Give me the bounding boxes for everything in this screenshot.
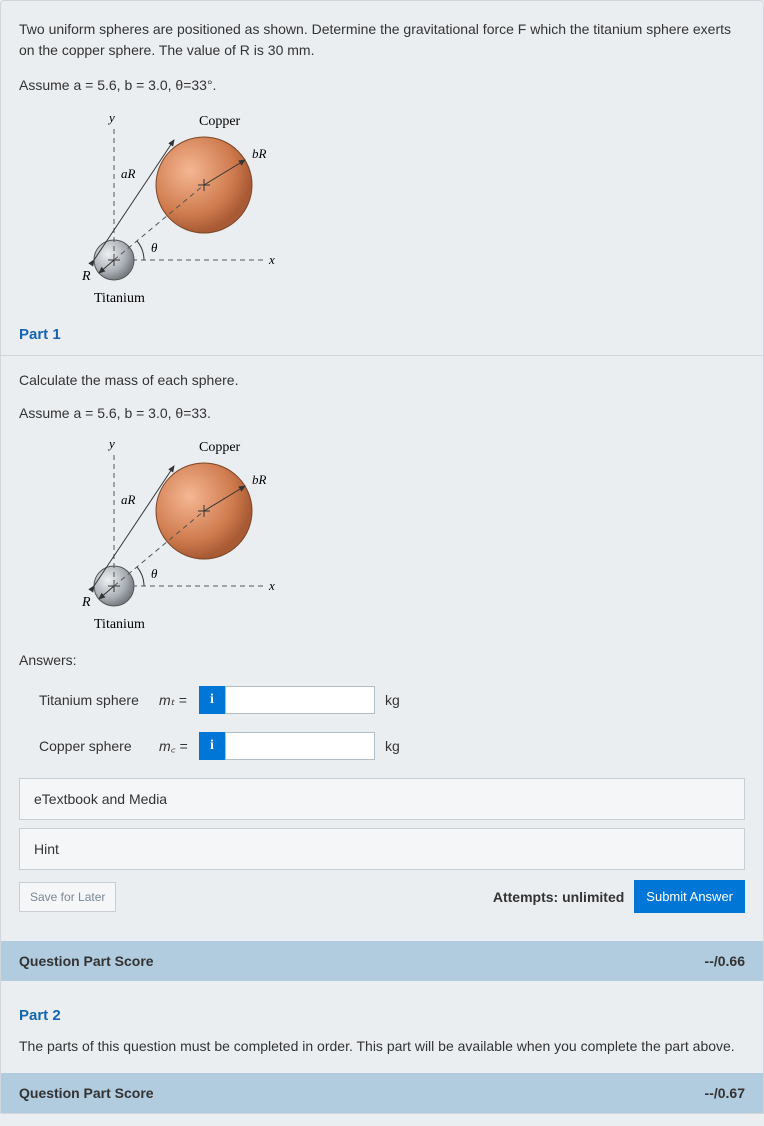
question-assume: Assume a = 5.6, b = 3.0, θ=33°. (19, 75, 745, 96)
part1-instruction: Calculate the mass of each sphere. (19, 370, 745, 391)
svg-text:bR: bR (252, 146, 267, 161)
part1-title: Part 1 (19, 326, 745, 349)
svg-text:aR: aR (121, 166, 136, 181)
info-icon[interactable]: i (199, 732, 225, 760)
part1-box: Calculate the mass of each sphere. Assum… (1, 355, 763, 941)
action-row: Save for Later Attempts: unlimited Submi… (19, 880, 745, 913)
hint-button[interactable]: Hint (19, 828, 745, 870)
copper-input[interactable] (225, 732, 375, 760)
svg-text:aR: aR (121, 492, 136, 507)
titanium-input[interactable] (225, 686, 375, 714)
attempts-text: Attempts: unlimited (493, 889, 624, 905)
svg-text:θ: θ (151, 240, 158, 255)
answer-row-titanium: Titanium sphere mₜ = i kg (39, 686, 745, 714)
part2-text: The parts of this question must be compl… (19, 1036, 745, 1057)
svg-text:R: R (81, 269, 91, 284)
svg-text:y: y (107, 110, 115, 125)
diagram-top: x θ y aR bR R (59, 110, 279, 310)
svg-text:Titanium: Titanium (94, 617, 145, 632)
svg-text:x: x (268, 578, 275, 593)
svg-text:y: y (107, 436, 115, 451)
info-icon[interactable]: i (199, 686, 225, 714)
svg-text:bR: bR (252, 472, 267, 487)
score-label: Question Part Score (19, 953, 154, 969)
score-bar-part2: Question Part Score --/0.67 (1, 1073, 763, 1113)
score-value-2: --/0.67 (705, 1085, 745, 1101)
svg-text:x: x (268, 252, 275, 267)
answers-label: Answers: (19, 652, 745, 668)
submit-answer-button[interactable]: Submit Answer (634, 880, 745, 913)
svg-text:Copper: Copper (199, 114, 241, 129)
diagram-part1: x θ y aR bR R Copper Titanium (59, 436, 279, 636)
score-bar-part1: Question Part Score --/0.66 (1, 941, 763, 981)
part2-title: Part 2 (19, 1007, 745, 1030)
save-for-later-button[interactable]: Save for Later (19, 882, 116, 912)
copper-label: Copper sphere (39, 738, 159, 754)
titanium-var: mₜ = (159, 692, 199, 709)
answer-row-copper: Copper sphere m꜀ = i kg (39, 732, 745, 760)
svg-text:θ: θ (151, 566, 158, 581)
etextbook-button[interactable]: eTextbook and Media (19, 778, 745, 820)
question-panel: Two uniform spheres are positioned as sh… (0, 0, 764, 1114)
svg-text:Titanium: Titanium (94, 291, 145, 306)
titanium-label: Titanium sphere (39, 692, 159, 708)
copper-unit: kg (385, 738, 400, 754)
copper-var: m꜀ = (159, 737, 199, 756)
question-intro: Two uniform spheres are positioned as sh… (19, 19, 745, 61)
score-label-2: Question Part Score (19, 1085, 154, 1101)
attempts-wrap: Attempts: unlimited Submit Answer (493, 880, 745, 913)
svg-text:Copper: Copper (199, 440, 241, 455)
titanium-unit: kg (385, 692, 400, 708)
score-value: --/0.66 (705, 953, 745, 969)
part1-assume: Assume a = 5.6, b = 3.0, θ=33. (19, 403, 745, 424)
svg-text:R: R (81, 595, 91, 610)
